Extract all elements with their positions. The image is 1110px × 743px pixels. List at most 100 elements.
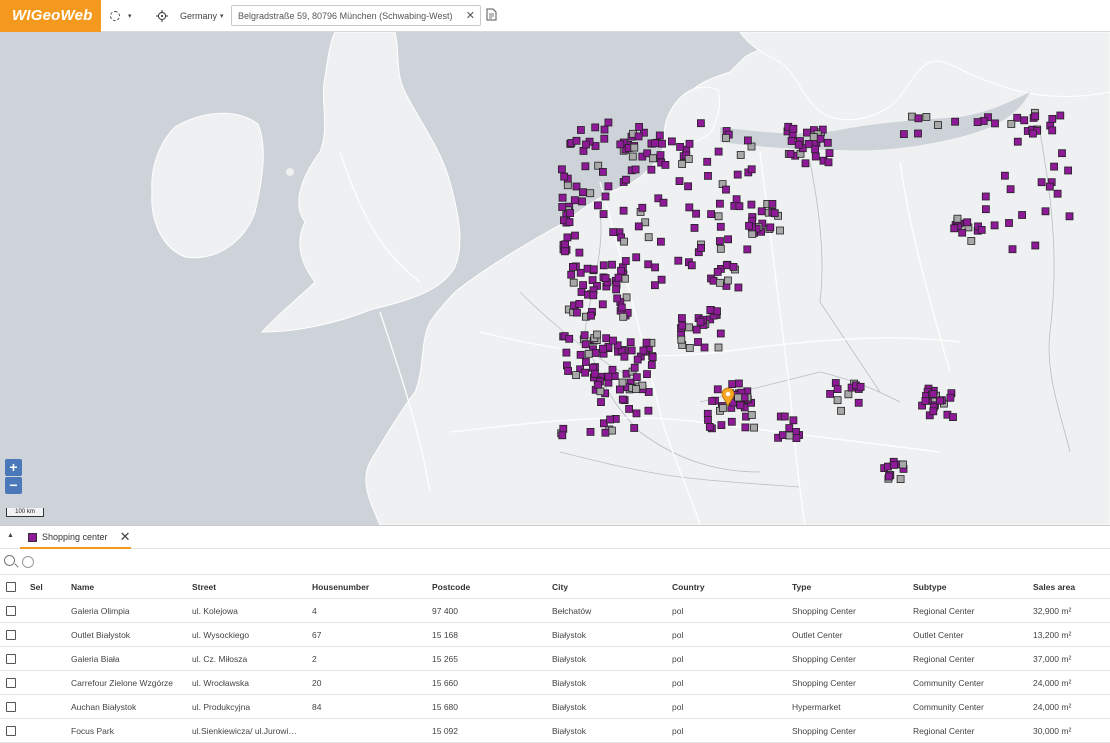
row-checkbox[interactable] <box>6 653 16 664</box>
shopping-center-marker[interactable] <box>558 203 567 211</box>
table-row[interactable]: Outlet Białystok ul. Wysockiego 67 15 168 Bi… <box>0 622 1110 647</box>
shopping-center-marker[interactable] <box>596 387 605 396</box>
shopping-center-marker[interactable] <box>900 130 908 138</box>
shopping-center-marker[interactable] <box>685 343 694 352</box>
shopping-center-marker[interactable] <box>674 256 683 265</box>
shopping-center-marker[interactable] <box>736 151 745 159</box>
shopping-center-marker[interactable] <box>735 379 743 388</box>
shopping-center-marker[interactable] <box>560 172 569 181</box>
country-dropdown[interactable]: Germany ▾ <box>180 7 224 25</box>
shopping-center-marker[interactable] <box>741 423 750 432</box>
shopping-center-marker[interactable] <box>639 346 648 355</box>
shopping-center-marker[interactable] <box>561 247 569 256</box>
shopping-center-marker[interactable] <box>644 233 653 242</box>
shopping-center-marker[interactable] <box>709 276 718 285</box>
shopping-center-marker[interactable] <box>736 401 745 410</box>
shopping-center-marker[interactable] <box>602 334 611 343</box>
shopping-center-marker[interactable] <box>1064 166 1072 175</box>
table-row[interactable]: Carrefour Zielone Wzgórze ul. Wrocławska 2… <box>0 670 1110 695</box>
shopping-center-marker[interactable] <box>949 413 957 422</box>
shopping-center-marker[interactable] <box>577 126 585 134</box>
shopping-center-marker[interactable] <box>649 154 657 163</box>
shopping-center-marker[interactable] <box>963 218 972 227</box>
shopping-center-marker[interactable] <box>565 334 574 343</box>
shopping-center-marker[interactable] <box>599 210 608 219</box>
shopping-center-marker[interactable] <box>747 411 756 419</box>
shopping-center-marker[interactable] <box>747 200 756 209</box>
shopping-center-marker[interactable] <box>1001 171 1009 180</box>
shopping-center-marker[interactable] <box>714 147 723 156</box>
shopping-center-marker[interactable] <box>811 152 820 161</box>
shopping-center-marker[interactable] <box>708 397 716 405</box>
shopping-center-marker[interactable] <box>625 404 633 413</box>
shopping-center-marker[interactable] <box>953 214 962 223</box>
shopping-center-marker[interactable] <box>562 348 571 357</box>
shopping-center-marker[interactable] <box>776 226 784 235</box>
shopping-center-marker[interactable] <box>750 423 758 432</box>
shopping-center-marker[interactable] <box>729 262 738 271</box>
shopping-center-marker[interactable] <box>627 346 636 355</box>
collapse-panel-icon[interactable]: ▲ <box>7 532 14 539</box>
shopping-center-marker[interactable] <box>703 157 712 166</box>
shopping-center-marker[interactable] <box>722 185 730 194</box>
shopping-center-marker[interactable] <box>780 412 789 421</box>
shopping-center-marker[interactable] <box>579 188 587 197</box>
shopping-center-marker[interactable] <box>734 283 743 292</box>
shopping-center-marker[interactable] <box>991 119 999 128</box>
shopping-center-marker[interactable] <box>1029 129 1037 138</box>
shopping-center-marker[interactable] <box>1041 207 1050 216</box>
shopping-center-marker[interactable] <box>634 222 643 231</box>
shopping-center-marker[interactable] <box>600 125 609 134</box>
shopping-center-marker[interactable] <box>685 203 694 212</box>
shopping-center-marker[interactable] <box>785 431 794 440</box>
shopping-center-marker[interactable] <box>589 265 598 274</box>
shopping-center-marker[interactable] <box>801 159 810 168</box>
shopping-center-marker[interactable] <box>604 372 613 381</box>
shopping-center-marker[interactable] <box>697 243 705 252</box>
shopping-center-marker[interactable] <box>586 427 595 436</box>
shopping-center-marker[interactable] <box>619 312 628 321</box>
shopping-center-marker[interactable] <box>896 475 905 484</box>
shopping-center-marker[interactable] <box>614 273 623 282</box>
row-checkbox[interactable] <box>6 605 16 616</box>
shopping-center-marker[interactable] <box>622 175 630 184</box>
shopping-center-marker[interactable] <box>716 222 725 231</box>
row-checkbox[interactable] <box>6 701 16 712</box>
shopping-center-marker[interactable] <box>854 398 863 407</box>
shopping-center-marker[interactable] <box>714 343 723 352</box>
shopping-center-marker[interactable] <box>631 165 640 174</box>
close-tab-icon[interactable]: ✕ <box>120 529 131 545</box>
shopping-center-marker[interactable] <box>766 223 775 232</box>
shopping-center-marker[interactable] <box>789 124 798 133</box>
shopping-center-marker[interactable] <box>803 128 811 137</box>
shopping-center-marker[interactable] <box>1020 116 1029 125</box>
shopping-center-marker[interactable] <box>768 199 777 208</box>
shopping-center-marker[interactable] <box>597 398 605 407</box>
shopping-center-marker[interactable] <box>722 261 731 270</box>
shopping-center-marker[interactable] <box>601 274 610 283</box>
shopping-center-marker[interactable] <box>630 424 639 432</box>
row-checkbox[interactable] <box>6 677 16 688</box>
shopping-center-marker[interactable] <box>635 123 643 131</box>
shopping-center-marker[interactable] <box>716 237 724 246</box>
shopping-center-marker[interactable] <box>705 422 714 431</box>
shopping-center-marker[interactable] <box>632 253 641 262</box>
shopping-center-marker[interactable] <box>733 170 742 179</box>
shopping-center-marker[interactable] <box>618 395 627 404</box>
shopping-center-marker[interactable] <box>844 390 853 399</box>
shopping-center-marker[interactable] <box>823 138 832 147</box>
shopping-center-marker[interactable] <box>594 201 602 210</box>
shopping-center-marker[interactable] <box>604 118 613 127</box>
shopping-center-marker[interactable] <box>657 237 665 246</box>
shopping-center-marker[interactable] <box>581 162 590 171</box>
shopping-center-marker[interactable] <box>593 330 601 339</box>
shopping-center-marker[interactable] <box>704 415 712 424</box>
shopping-center-marker[interactable] <box>678 314 686 323</box>
shopping-center-marker[interactable] <box>558 431 567 440</box>
shopping-center-marker[interactable] <box>576 268 585 277</box>
reset-filter-icon[interactable] <box>22 556 34 568</box>
shopping-center-marker[interactable] <box>833 385 842 394</box>
shopping-center-marker[interactable] <box>717 421 726 430</box>
shopping-center-marker[interactable] <box>570 196 579 205</box>
shopping-center-marker[interactable] <box>678 160 686 168</box>
